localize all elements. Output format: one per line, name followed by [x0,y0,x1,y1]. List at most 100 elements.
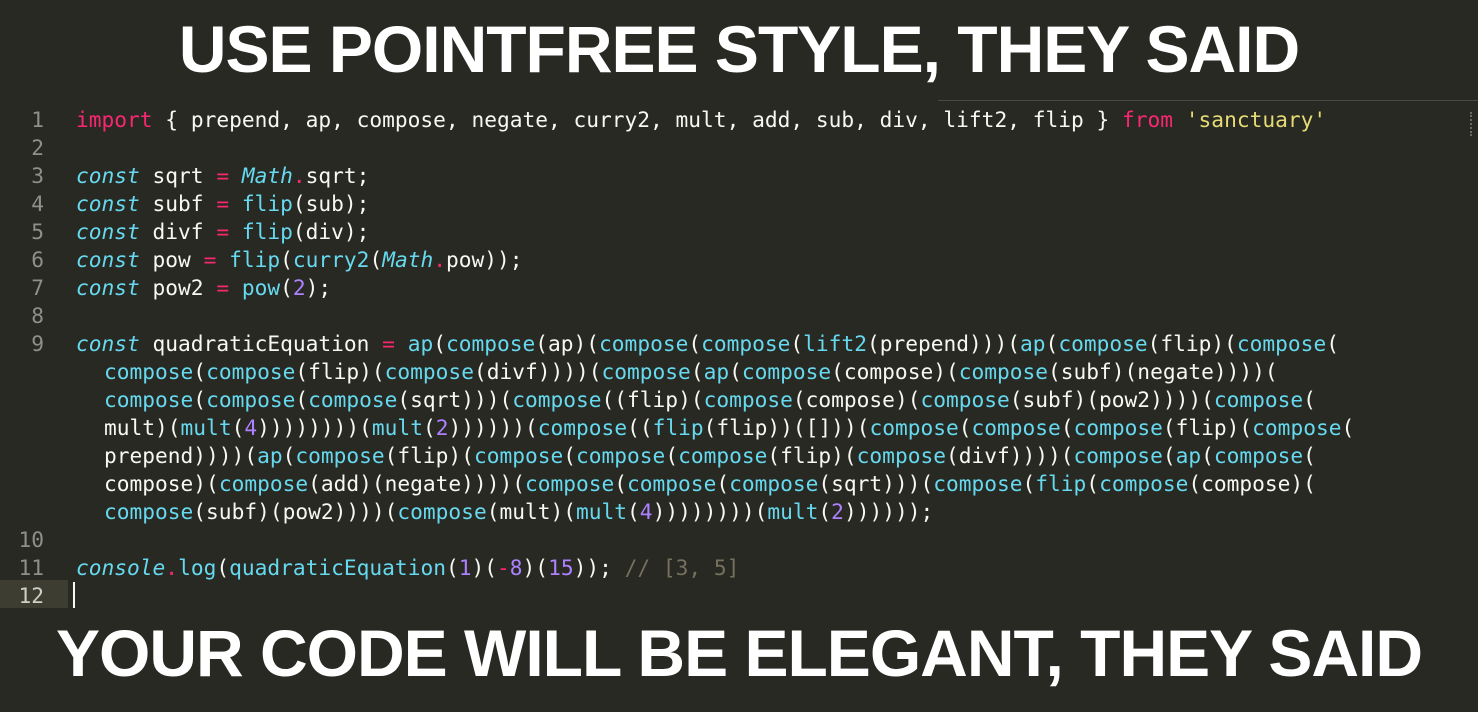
code-token: 2 [292,275,306,300]
code-line: const sqrt = Math.sqrt; [76,162,369,190]
code-token: ))))))))( [257,415,372,440]
code-token: )( [471,555,498,580]
code-token: mult [767,499,819,524]
line-number: 4 [31,191,44,216]
code-token: (subf)(pow2))))( [193,499,398,524]
code-token: (add)(negate))))( [308,471,525,496]
code-token: (divf))))( [473,359,602,384]
code-line: compose(compose(flip)(compose(divf))))(c… [104,358,1278,386]
code-token: = [216,219,230,244]
code-token: ( [665,443,679,468]
code-token: compose [1058,331,1148,356]
line-number: 8 [31,303,44,328]
code-line: const pow2 = pow(2); [76,274,331,302]
code-line: const subf = flip(sub); [76,190,369,218]
code-token: ( [627,499,640,524]
code-token: compose [958,359,1049,384]
code-token: ( [369,247,383,272]
code-token: ( [818,499,832,524]
code-token: ((flip)( [601,387,704,412]
code-line: const quadraticEquation = ap(compose(ap)… [76,330,1339,358]
code-token: sqrt; [305,163,370,188]
code-token: ( [1045,331,1059,356]
code-token: ap [257,443,283,468]
code-token: compose [308,387,398,412]
code-token: compose [627,471,717,496]
code-token: . [433,247,446,272]
code-comment: // [3, 5] [624,555,740,580]
code-token: ( [280,247,293,272]
code-token: compose [1073,415,1163,440]
code-token: curry2 [292,247,370,272]
code-line: import { prepend, ap, compose, negate, c… [76,106,1326,134]
code-line: compose(subf)(pow2))))(compose(mult)(mul… [104,498,933,526]
code-token: compose [1236,331,1327,356]
code-token: ( [433,331,446,356]
code-token: ( [614,471,628,496]
line-number: 2 [31,135,44,160]
code-token: import [76,107,153,132]
code-token: compose [1213,387,1304,412]
code-token: ( [422,415,436,440]
code-token: { prepend, ap, compose, negate, curry2, … [152,107,1122,132]
code-token: const [76,331,140,356]
code-line: compose(compose(compose(sqrt)))(compose(… [104,386,1316,414]
code-token: ))))))))( [652,499,768,524]
code-token: ( [1303,387,1316,412]
code-token: (compose)( [1188,471,1316,496]
code-token: mult [576,499,628,524]
code-token: const [76,275,140,300]
code-token: divf [139,219,217,244]
code-editor[interactable]: 1 2 3 4 5 6 7 8 9 10 11 12 import { prepend, ap, co… [0,100,1478,614]
code-token: compose [1213,443,1304,468]
code-token: (flip)( [767,443,857,468]
code-token: compose [1073,443,1163,468]
code-token: Math [382,247,434,272]
code-token: ); [305,275,332,300]
line-number: 3 [31,163,44,188]
code-line: compose)(compose(add)(negate))))(compose… [104,470,1316,498]
code-token: ( [1303,443,1316,468]
code-token: ( [295,387,309,412]
code-token: (( [627,415,653,440]
code-token: (ap)( [535,331,600,356]
code-token: (flip)( [295,359,385,384]
code-line: console.log(quadraticEquation(1)(-8)(15)… [76,554,739,582]
code-token: (flip)( [1147,331,1237,356]
code-token: = [203,247,217,272]
top-caption: USE POINTFREE STYLE, THEY SAID [178,12,1300,86]
code-token: console [76,555,166,580]
code-token: from [1122,107,1174,132]
code-token: const [76,247,140,272]
text-cursor [73,582,75,608]
minimap-marker[interactable] [1470,112,1476,136]
code-token: flip [241,219,293,244]
line-number: 9 [31,331,44,356]
code-token: mult [371,415,423,440]
code-token: compose [741,359,832,384]
line-number: 11 [18,555,44,580]
code-token: quadraticEquation [139,331,383,356]
code-token: ( [282,443,296,468]
code-token: compose [703,387,793,412]
code-token: 1 [458,555,472,580]
code-token: flip [241,191,293,216]
code-token: pow [241,275,281,300]
code-line: mult)(mult(4))))))))(mult(2))))))(compos… [104,414,1354,442]
code-token: compose [856,443,946,468]
code-token: compose [295,443,385,468]
code-token: compose [206,387,296,412]
code-token: subf [139,191,217,216]
line-number: 1 [31,107,44,132]
code-token: ( [1022,471,1036,496]
code-token: compose [512,387,602,412]
line-number: 10 [18,527,44,552]
code-token: 2 [435,415,449,440]
code-token: compose [729,471,819,496]
code-token: compose [933,471,1023,496]
code-token: )( [522,555,549,580]
